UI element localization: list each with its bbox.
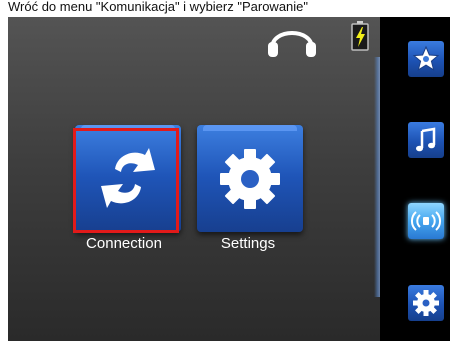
- gear-icon: [220, 149, 280, 209]
- wireless-signal-icon: [410, 211, 442, 231]
- sidebar-item-favorites[interactable]: [408, 41, 444, 77]
- battery-charging-icon: [351, 21, 369, 51]
- sidebar-item-settings[interactable]: [408, 285, 444, 321]
- sidebar-item-communication[interactable]: [408, 203, 444, 239]
- instruction-caption: Wróć do menu "Komunikacja" i wybierz "Pa…: [0, 0, 458, 18]
- main-panel: Connection Settings: [8, 17, 380, 341]
- selection-highlight: [73, 128, 179, 233]
- connection-label: Connection: [86, 235, 162, 252]
- sidebar: [380, 17, 450, 341]
- tile-gloss: [203, 125, 297, 131]
- headphones-icon: [265, 22, 319, 58]
- settings-label: Settings: [220, 235, 276, 252]
- connection-tile[interactable]: [73, 125, 181, 233]
- gear-icon: [413, 290, 439, 316]
- settings-tile[interactable]: [197, 125, 303, 232]
- device-screen: Connection Settings: [8, 17, 450, 341]
- sidebar-item-music[interactable]: [408, 122, 444, 158]
- star-icon: [412, 45, 440, 71]
- music-note-icon: [416, 127, 436, 152]
